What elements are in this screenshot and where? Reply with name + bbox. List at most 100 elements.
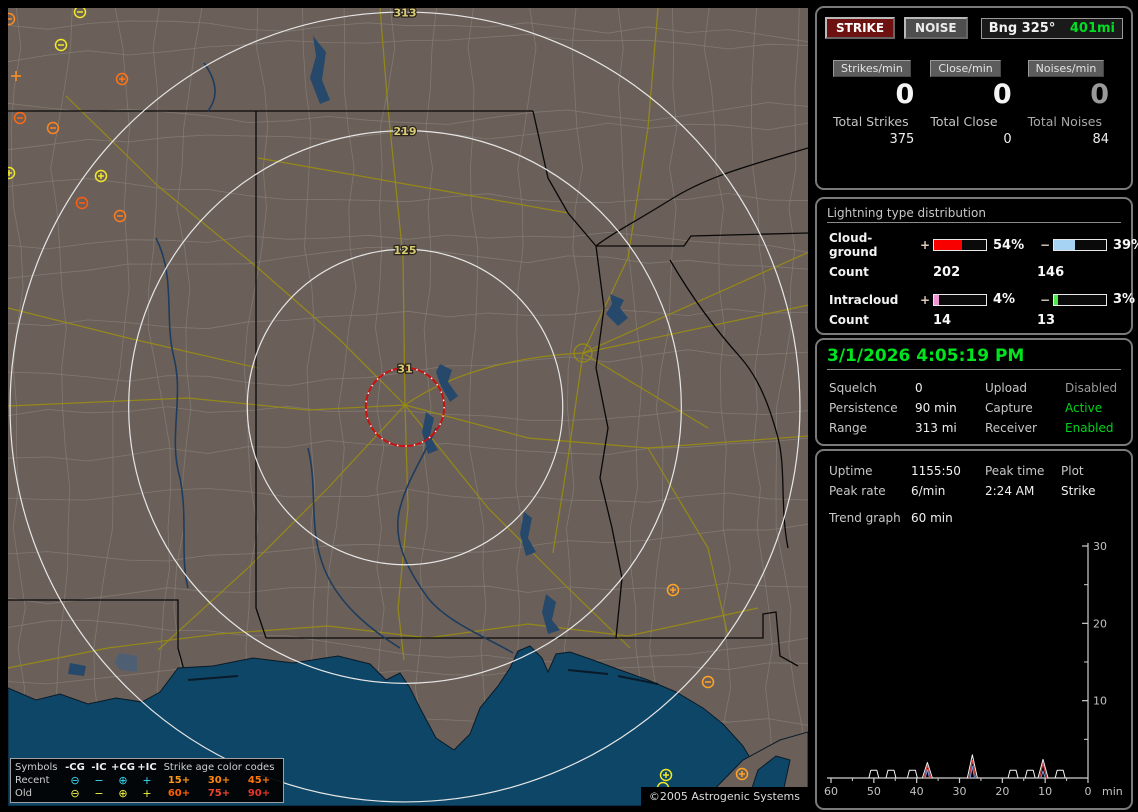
cg-pos-percent: 54% bbox=[993, 237, 1025, 253]
capture-status: Active bbox=[1065, 401, 1103, 415]
datetime-display: 3/1/2026 4:05:19 PM bbox=[827, 346, 1121, 370]
legend-col-ic-pos: +IC bbox=[137, 762, 157, 773]
status-panel: 3/1/2026 4:05:19 PM Squelch 0 Upload Dis… bbox=[815, 338, 1133, 446]
noise-button[interactable]: NOISE bbox=[904, 17, 968, 39]
distribution-panel: Lightning type distribution Cloud-ground… bbox=[815, 197, 1138, 335]
bearing-display: Bng 325° 401mi bbox=[980, 17, 1123, 39]
copyright-credit: ©2005 Astrogenic Systems bbox=[640, 787, 808, 806]
plus-sign: + bbox=[919, 238, 931, 252]
total-strikes-value: 375 bbox=[889, 132, 915, 147]
bearing-value: Bng 325° bbox=[988, 20, 1056, 36]
noises-per-min-button[interactable]: Noises/min bbox=[1027, 60, 1105, 77]
svg-text:0: 0 bbox=[1085, 785, 1092, 798]
ic-count-label: Count bbox=[829, 313, 869, 327]
map-canvas: 31 125 219 313 bbox=[8, 8, 808, 806]
strikes-per-min-value: 0 bbox=[895, 79, 915, 110]
svg-text:20: 20 bbox=[995, 785, 1009, 798]
cg-neg-count: 146 bbox=[1037, 265, 1065, 280]
range-label: Range bbox=[829, 421, 868, 435]
total-noises-value: 84 bbox=[1092, 132, 1109, 147]
svg-text:219: 219 bbox=[394, 125, 417, 138]
range-value: 313 mi bbox=[915, 421, 957, 435]
legend-col-ic-neg: -IC bbox=[91, 762, 107, 773]
trend-graph-label: Trend graph bbox=[829, 511, 901, 525]
age-30-label: 30+ bbox=[207, 775, 231, 786]
persistence-value: 90 min bbox=[915, 401, 957, 415]
svg-text:min: min bbox=[1102, 785, 1123, 798]
squelch-label: Squelch bbox=[829, 381, 877, 395]
intracloud-label: Intracloud bbox=[829, 292, 899, 307]
svg-text:60: 60 bbox=[824, 785, 838, 798]
plus-sign: + bbox=[919, 292, 931, 307]
total-noises-label: Total Noises bbox=[1027, 114, 1103, 129]
age-45-label: 45+ bbox=[247, 775, 271, 786]
close-counter: Close/min 0 Total Close 0 bbox=[930, 57, 1021, 147]
age-15-label: 15+ bbox=[167, 775, 191, 786]
cloud-ground-label: Cloud-ground bbox=[829, 231, 878, 259]
trend-graph: 10 20 30 60 50 40 30 20 10 0 min bbox=[824, 540, 1123, 798]
cg-neg-percent: 39% bbox=[1113, 237, 1138, 253]
svg-text:10: 10 bbox=[1093, 695, 1107, 708]
svg-text:20: 20 bbox=[1093, 617, 1107, 630]
legend-col-cg-neg: -CG bbox=[65, 762, 85, 773]
ic-neg-recent-icon: − bbox=[94, 774, 104, 787]
ic-pos-recent-icon: + bbox=[142, 774, 152, 787]
strike-legend: Symbols -CG -IC +CG +IC Strike age color… bbox=[10, 758, 284, 803]
ic-pos-percent: 4% bbox=[993, 292, 1016, 307]
ic-pos-bar bbox=[933, 293, 987, 306]
svg-text:30: 30 bbox=[953, 785, 967, 798]
svg-text:50: 50 bbox=[867, 785, 881, 798]
cg-pos-count: 202 bbox=[933, 265, 961, 280]
ic-neg-percent: 3% bbox=[1113, 292, 1136, 307]
strikes-per-min-button[interactable]: Strikes/min bbox=[833, 60, 911, 77]
counters-panel: STRIKE NOISE Bng 325° 401mi Strikes/min … bbox=[815, 6, 1133, 190]
age-90-label: 90+ bbox=[247, 788, 271, 799]
squelch-value: 0 bbox=[915, 381, 923, 395]
close-per-min-button[interactable]: Close/min bbox=[930, 60, 1001, 77]
peak-time-label: Peak time bbox=[985, 464, 1045, 478]
minus-sign: − bbox=[1039, 292, 1051, 307]
cg-pos-recent-icon: ⊕ bbox=[118, 774, 128, 787]
total-close-label: Total Close bbox=[930, 114, 998, 129]
ic-neg-bar bbox=[1053, 293, 1107, 306]
age-75-label: 75+ bbox=[207, 788, 231, 799]
cg-neg-recent-icon: ⊖ bbox=[70, 774, 80, 787]
close-per-min-value: 0 bbox=[992, 79, 1012, 110]
persistence-label: Persistence bbox=[829, 401, 898, 415]
legend-col-cg-pos: +CG bbox=[111, 762, 135, 773]
receiver-status: Enabled bbox=[1065, 421, 1114, 435]
legend-old-label: Old bbox=[15, 788, 32, 799]
age-60-label: 60+ bbox=[167, 788, 191, 799]
total-strikes-label: Total Strikes bbox=[833, 114, 909, 129]
receiver-label: Receiver bbox=[985, 421, 1037, 435]
svg-text:125: 125 bbox=[394, 244, 417, 257]
legend-recent-label: Recent bbox=[15, 775, 50, 786]
legend-symbols-label: Symbols bbox=[15, 762, 58, 773]
cg-neg-old-icon: ⊖ bbox=[70, 787, 80, 800]
strikes-counter: Strikes/min 0 Total Strikes 375 bbox=[833, 57, 924, 147]
svg-text:10: 10 bbox=[1038, 785, 1052, 798]
capture-label: Capture bbox=[985, 401, 1033, 415]
upload-label: Upload bbox=[985, 381, 1028, 395]
svg-text:313: 313 bbox=[394, 8, 417, 20]
svg-text:31: 31 bbox=[397, 362, 412, 375]
ic-neg-old-icon: − bbox=[94, 787, 104, 800]
noises-counter: Noises/min 0 Total Noises 84 bbox=[1027, 57, 1119, 147]
sidebar: STRIKE NOISE Bng 325° 401mi Strikes/min … bbox=[812, 0, 1138, 812]
ic-pos-old-icon: + bbox=[142, 787, 152, 800]
peak-time-value: 2:24 AM bbox=[985, 484, 1035, 498]
minus-sign: − bbox=[1039, 238, 1051, 252]
trend-panel: Uptime 1155:50 Peak time Plot Peak rate … bbox=[815, 449, 1133, 810]
noises-per-min-value: 0 bbox=[1090, 79, 1109, 110]
peak-rate-label: Peak rate bbox=[829, 484, 886, 498]
bearing-distance: 401mi bbox=[1069, 20, 1115, 36]
ic-neg-count: 13 bbox=[1037, 313, 1056, 328]
ic-pos-count: 14 bbox=[933, 313, 952, 328]
cg-pos-old-icon: ⊕ bbox=[118, 787, 128, 800]
total-close-value: 0 bbox=[1003, 132, 1012, 147]
strike-button[interactable]: STRIKE bbox=[825, 17, 896, 39]
uptime-value: 1155:50 bbox=[911, 464, 961, 478]
svg-text:40: 40 bbox=[910, 785, 924, 798]
distribution-title: Lightning type distribution bbox=[827, 206, 1121, 223]
plot-label: Plot bbox=[1061, 464, 1084, 478]
